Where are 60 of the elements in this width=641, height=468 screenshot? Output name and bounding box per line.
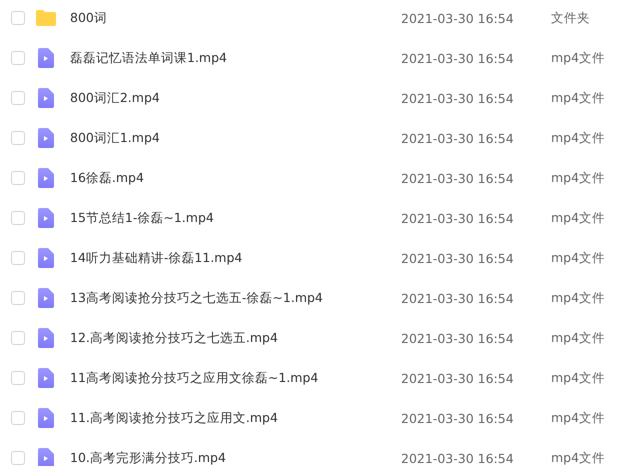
file-type: 文件夹: [551, 10, 590, 26]
file-type: mp4文件: [551, 450, 606, 466]
checkbox[interactable]: [11, 171, 25, 185]
modified-date: 2021-03-30 16:54: [401, 290, 515, 306]
video-file-icon: [38, 48, 54, 68]
checkbox[interactable]: [11, 51, 25, 65]
video-file-icon: [38, 448, 54, 466]
file-name[interactable]: 14听力基础精讲-徐磊11.mp4: [70, 250, 388, 266]
video-file-icon: [38, 88, 54, 108]
file-type: mp4文件: [551, 210, 606, 226]
file-type: mp4文件: [551, 250, 606, 266]
file-type: mp4文件: [551, 130, 606, 146]
checkbox[interactable]: [11, 131, 25, 145]
checkbox[interactable]: [11, 371, 25, 385]
video-file-icon: [38, 288, 54, 308]
checkbox[interactable]: [11, 411, 25, 425]
folder-icon: [36, 10, 56, 26]
checkbox[interactable]: [11, 251, 25, 265]
modified-date: 2021-03-30 16:54: [401, 170, 515, 186]
file-name[interactable]: 800词汇1.mp4: [70, 130, 388, 146]
video-file-icon: [38, 328, 54, 348]
file-name[interactable]: 11.高考阅读抢分技巧之应用文.mp4: [70, 410, 388, 426]
file-name[interactable]: 800词汇2.mp4: [70, 90, 388, 106]
modified-date: 2021-03-30 16:54: [401, 50, 515, 66]
modified-date: 2021-03-30 16:54: [401, 370, 515, 386]
file-name[interactable]: 16徐磊.mp4: [70, 170, 388, 186]
video-file-icon: [38, 408, 54, 428]
file-name[interactable]: 磊磊记忆语法单词课1.mp4: [70, 50, 388, 66]
modified-date: 2021-03-30 16:54: [401, 90, 515, 106]
modified-date: 2021-03-30 16:54: [401, 330, 515, 346]
file-type: mp4文件: [551, 290, 606, 306]
file-type: mp4文件: [551, 90, 606, 106]
file-name[interactable]: 13高考阅读抢分技巧之七选五-徐磊~1.mp4: [70, 290, 388, 306]
video-file-icon: [38, 368, 54, 388]
file-name[interactable]: 12.高考阅读抢分技巧之七选五.mp4: [70, 330, 388, 346]
file-name[interactable]: 11高考阅读抢分技巧之应用文徐磊~1.mp4: [70, 370, 388, 386]
checkbox[interactable]: [11, 331, 25, 345]
modified-date: 2021-03-30 16:54: [401, 10, 515, 26]
file-type: mp4文件: [551, 170, 606, 186]
modified-date: 2021-03-30 16:54: [401, 250, 515, 266]
video-file-icon: [38, 168, 54, 188]
video-file-icon: [38, 128, 54, 148]
modified-date: 2021-03-30 16:54: [401, 450, 515, 466]
modified-date: 2021-03-30 16:54: [401, 210, 515, 226]
video-file-icon: [38, 248, 54, 268]
checkbox[interactable]: [11, 211, 25, 225]
modified-date: 2021-03-30 16:54: [401, 410, 515, 426]
video-file-icon: [38, 208, 54, 228]
checkbox[interactable]: [11, 11, 25, 25]
checkbox[interactable]: [11, 451, 25, 465]
file-type: mp4文件: [551, 410, 606, 426]
file-type: mp4文件: [551, 370, 606, 386]
modified-date: 2021-03-30 16:54: [401, 130, 515, 146]
file-name[interactable]: 800词: [70, 10, 388, 26]
checkbox[interactable]: [11, 291, 25, 305]
file-name[interactable]: 10.高考完形满分技巧.mp4: [70, 450, 388, 466]
file-name[interactable]: 15节总结1-徐磊~1.mp4: [70, 210, 388, 226]
file-type: mp4文件: [551, 330, 606, 346]
checkbox[interactable]: [11, 91, 25, 105]
file-type: mp4文件: [551, 50, 606, 66]
